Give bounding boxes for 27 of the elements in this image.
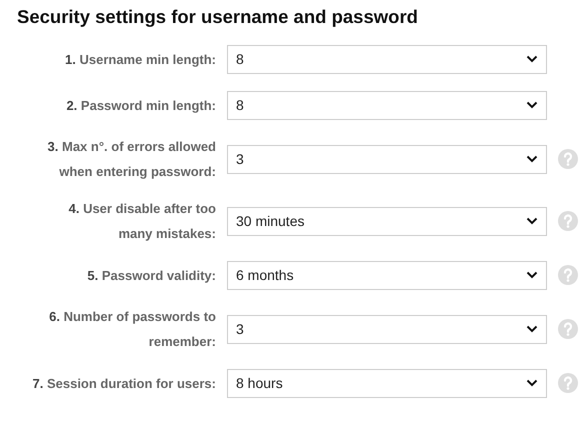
- setting-label: 7. Session duration for users:: [31, 374, 216, 392]
- chevron-down-icon: [526, 217, 538, 225]
- select-field[interactable]: 3: [227, 314, 547, 344]
- setting-label: 3. Max n°. of errors allowed when entering password:: [46, 138, 216, 181]
- chevron-down-icon: [526, 155, 538, 163]
- chevron-down-icon: [526, 55, 538, 63]
- setting-label: 4. User disable after too many mistakes:: [68, 200, 216, 243]
- help-icon[interactable]: [558, 373, 578, 393]
- select-field[interactable]: 30 minutes: [227, 206, 547, 236]
- help-icon[interactable]: [558, 319, 578, 339]
- chevron-down-icon: [526, 101, 538, 109]
- page-title: Security settings for username and password: [17, 5, 419, 29]
- select-field[interactable]: 8 hours: [227, 368, 547, 398]
- select-field[interactable]: 8: [227, 90, 547, 120]
- setting-label: 6. Number of passwords to remember:: [48, 308, 216, 351]
- setting-label: 5. Password validity:: [86, 266, 216, 285]
- setting-label: 2. Password min length:: [65, 96, 216, 115]
- chevron-down-icon: [526, 271, 538, 279]
- select-field[interactable]: 6 months: [227, 260, 547, 290]
- help-icon[interactable]: [558, 211, 578, 231]
- chevron-down-icon: [526, 325, 538, 333]
- help-icon[interactable]: [558, 149, 578, 169]
- chevron-down-icon: [526, 379, 538, 387]
- select-field[interactable]: 8: [227, 44, 547, 74]
- select-field[interactable]: 3: [227, 144, 547, 174]
- help-icon[interactable]: [558, 265, 578, 285]
- setting-label: 1. Username min length:: [64, 50, 216, 69]
